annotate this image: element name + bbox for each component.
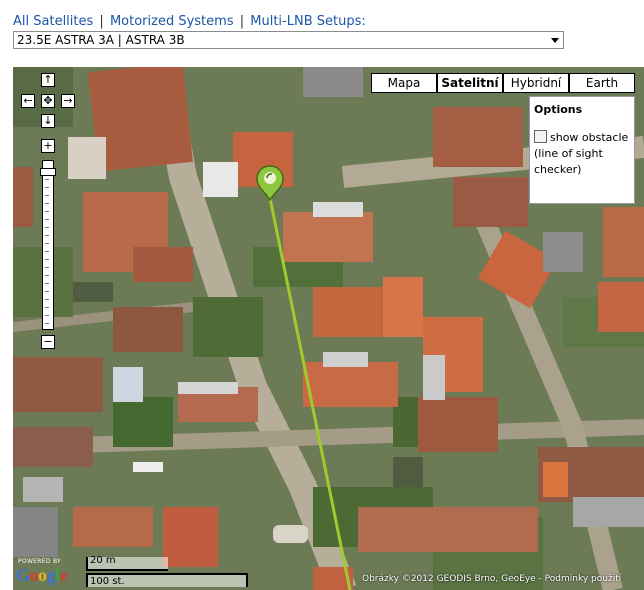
options-title: Options xyxy=(534,103,583,116)
satellite-nav: All Satellites | Motorized Systems | Mul… xyxy=(13,14,366,29)
show-obstacle-checkbox[interactable] xyxy=(534,130,547,143)
motorized-systems-link[interactable]: Motorized Systems xyxy=(110,14,234,29)
satellite-select[interactable]: 23.5E ASTRA 3A | ASTRA 3B xyxy=(13,31,564,49)
pan-left-button[interactable]: ← xyxy=(21,94,35,108)
zoom-in-button[interactable]: + xyxy=(41,139,55,153)
show-obstacle-label-2: (line of sight xyxy=(534,147,603,160)
nav-separator: | xyxy=(99,14,104,29)
map-type-satellite[interactable]: Satelitní xyxy=(437,73,503,93)
map-type-hybrid[interactable]: Hybridní xyxy=(503,73,569,93)
zoom-slider[interactable] xyxy=(42,160,54,330)
show-obstacle-row[interactable]: show obstacle xyxy=(534,130,630,146)
all-satellites-link[interactable]: All Satellites xyxy=(13,14,93,29)
powered-by-label: POWERED BY xyxy=(18,558,62,565)
map-copyright[interactable]: Obrázky ©2012 GEODIS Brno, GeoEye - Podm… xyxy=(362,574,621,584)
show-obstacle-label-3: checker) xyxy=(534,163,582,176)
google-logo[interactable]: Google xyxy=(16,565,68,586)
chevron-down-icon xyxy=(551,38,559,43)
dish-location-marker[interactable] xyxy=(256,165,284,201)
map-type-mapa[interactable]: Mapa xyxy=(371,73,437,93)
multi-lnb-link[interactable]: Multi-LNB Setups: xyxy=(250,14,365,29)
show-obstacle-label: show obstacle xyxy=(550,131,629,144)
pan-down-button[interactable]: ↓ xyxy=(41,114,55,128)
map-type-earth[interactable]: Earth xyxy=(569,73,635,93)
pan-right-button[interactable]: → xyxy=(61,94,75,108)
nav-separator: | xyxy=(239,14,245,29)
satellite-select-value: 23.5E ASTRA 3A | ASTRA 3B xyxy=(17,33,185,47)
zoom-slider-handle[interactable] xyxy=(40,168,56,176)
pan-up-button[interactable]: ↑ xyxy=(41,73,55,87)
scale-metric-label: 20 m xyxy=(90,555,116,566)
options-panel: Options show obstacle (line of sight che… xyxy=(529,96,635,204)
pan-center-button[interactable]: ✥ xyxy=(41,94,55,108)
zoom-out-button[interactable]: − xyxy=(41,335,55,349)
scale-imperial-label: 100 st. xyxy=(90,576,125,587)
